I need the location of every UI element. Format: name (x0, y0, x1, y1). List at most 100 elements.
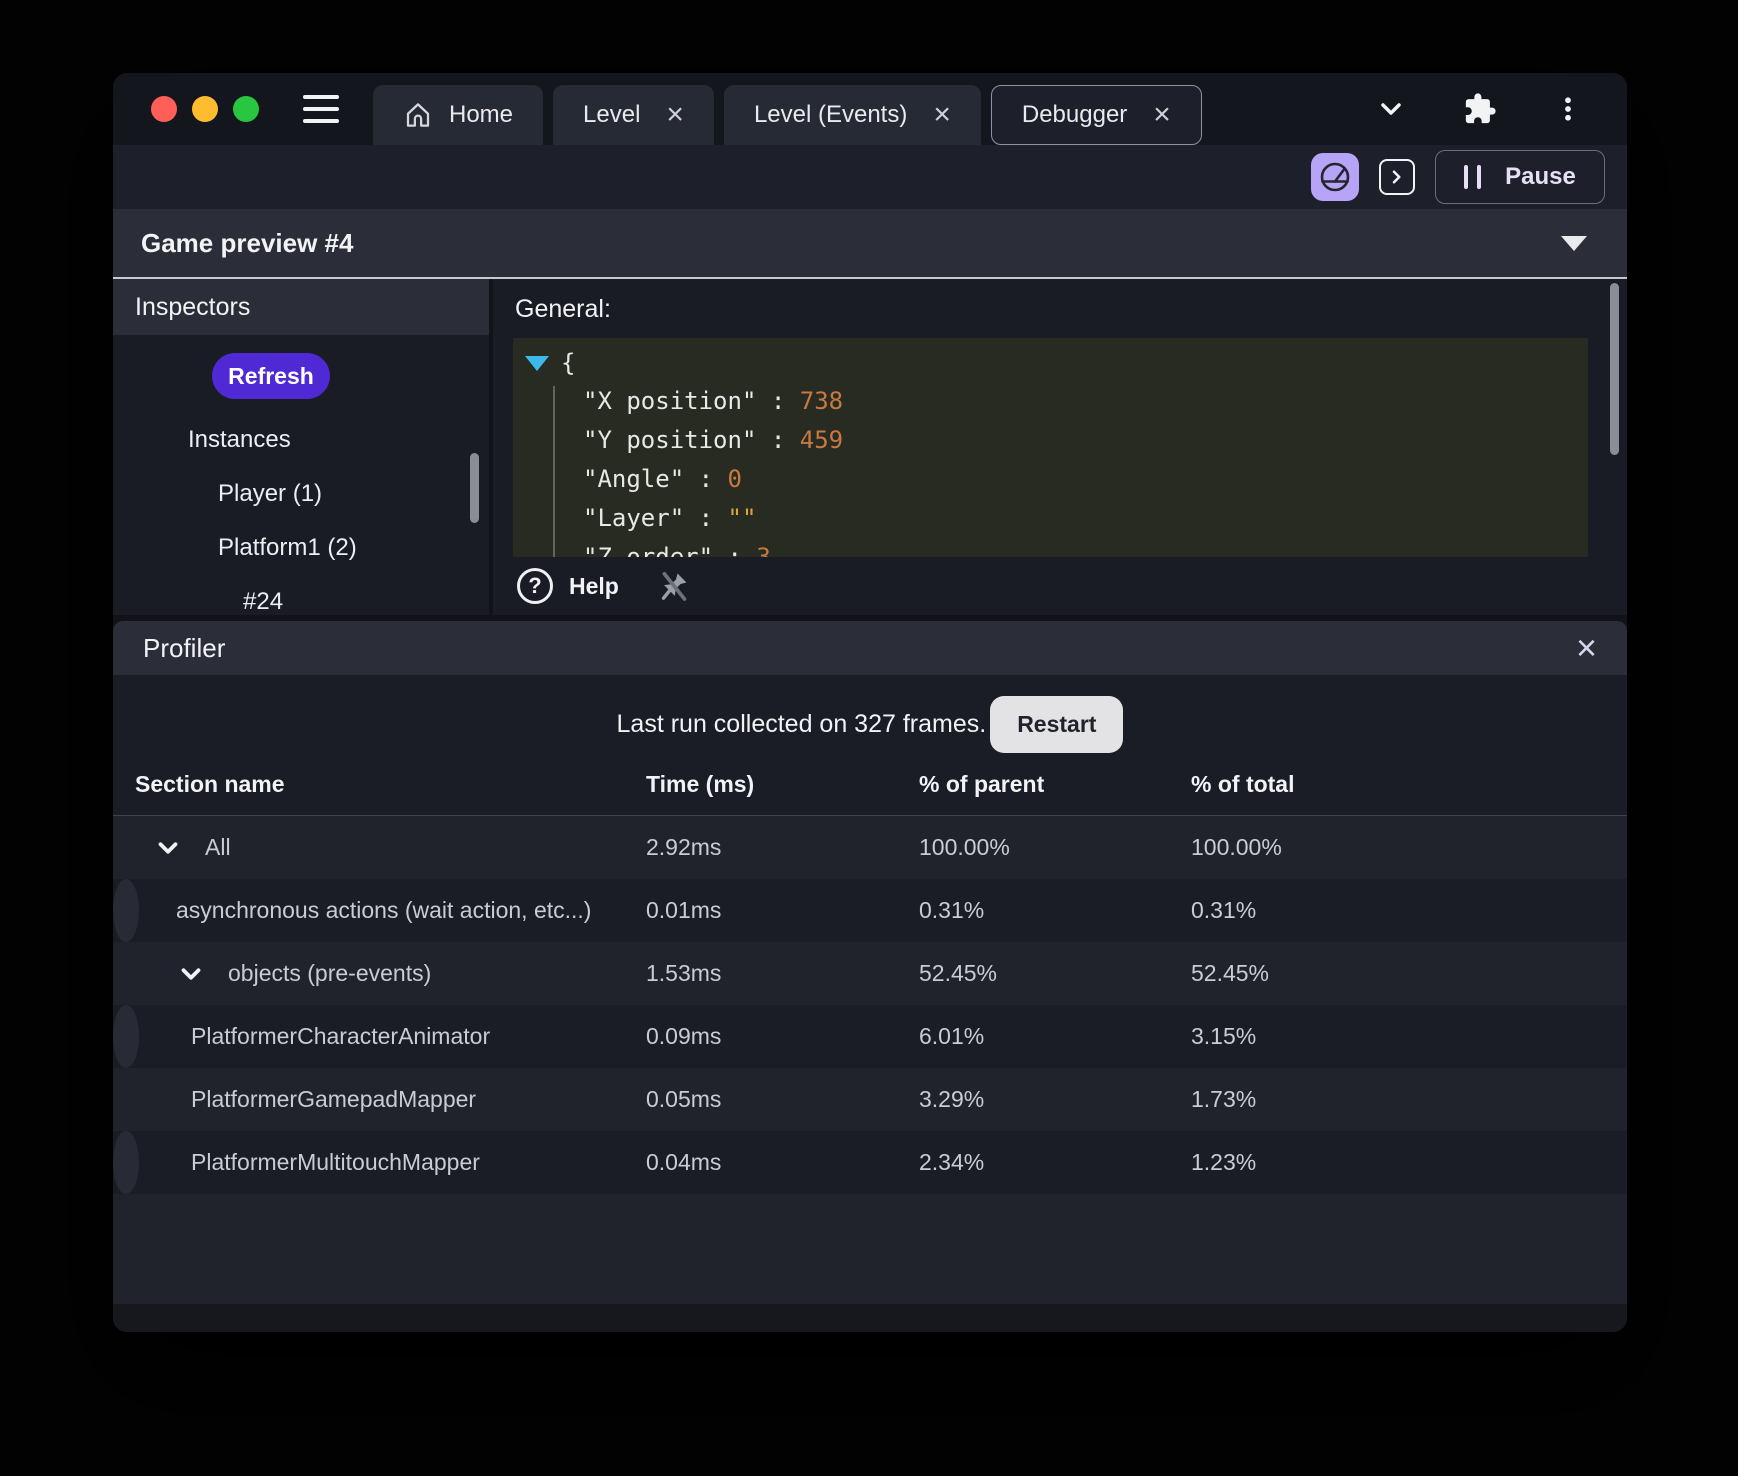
kebab-menu-icon[interactable] (1553, 94, 1583, 124)
json-property-x-position: "X position" : 738 (525, 382, 1588, 421)
json-value: 0 (727, 465, 742, 493)
section-name-label: PlatformerCharacterAnimator (191, 1023, 491, 1049)
json-property-z-order: "Z order" : 3 (525, 538, 1588, 557)
chevron-down-icon[interactable] (1375, 93, 1407, 125)
json-separator: : (756, 426, 800, 454)
json-key: "Z order" (583, 543, 714, 557)
json-key: "Angle" (583, 465, 685, 493)
profiler-gauge-icon[interactable] (1311, 153, 1359, 201)
collapse-triangle-icon[interactable] (525, 355, 549, 371)
menu-hamburger-icon[interactable] (303, 95, 339, 123)
tab-close-icon[interactable]: × (1153, 100, 1171, 130)
time-cell: 0.05ms (646, 1086, 722, 1112)
inspectors-header: Inspectors (113, 279, 489, 335)
section-name-label: objects (pre-events) (228, 960, 432, 986)
section-name-label: PlatformerGamepadMapper (191, 1086, 477, 1112)
json-root-line: { (525, 344, 1588, 382)
unpin-icon[interactable] (657, 569, 691, 603)
percent-total-cell: 52.45% (1191, 960, 1270, 986)
json-separator: : (684, 504, 728, 532)
profiler-table-rows: All 2.92ms 100.00% 100.00% asynchronous acti… (113, 816, 1627, 1194)
profiler-row-platformergamepadmapper[interactable]: PlatformerGamepadMapper 0.05ms 3.29% 1.73% (113, 1068, 1627, 1131)
expand-chevron-icon[interactable] (176, 959, 206, 989)
json-key: "Y position" (583, 426, 757, 454)
detail-scrollbar[interactable] (1610, 283, 1619, 455)
time-cell: 2.92ms (646, 834, 722, 860)
inspectors-scrollbar[interactable] (470, 453, 479, 523)
profiler-body: Last run collected on 327 frames. Restar… (113, 675, 1627, 1332)
tab-level-events[interactable]: Level (Events) × (723, 85, 981, 145)
top-right-icons (1375, 92, 1583, 126)
desktop-background: Home Level × Level (Events) × Debugger × Pause… (0, 0, 1738, 1476)
tree-item-player-1[interactable]: Player (1) (113, 467, 489, 521)
window-bottom-strip (113, 1304, 1627, 1332)
refresh-button[interactable]: Refresh (212, 353, 330, 399)
profiler-row-objects-pre-events[interactable]: objects (pre-events) 1.53ms 52.45% 52.45% (113, 942, 1627, 1005)
tree-item-platform1-2[interactable]: Platform1 (2) (113, 521, 489, 575)
tab-home[interactable]: Home (373, 85, 544, 145)
pause-label: Pause (1505, 163, 1576, 190)
extensions-puzzle-icon[interactable] (1463, 92, 1497, 126)
json-separator: : (684, 465, 728, 493)
expand-chevron-icon[interactable] (153, 833, 183, 863)
profiler-row-platformermultitouchmapper[interactable]: PlatformerMultitouchMapper 0.04ms 2.34% 1.2… (113, 1131, 1256, 1194)
table-empty-area (113, 1194, 1627, 1304)
open-brace: { (561, 349, 576, 377)
percent-parent-cell: 52.45% (919, 960, 998, 986)
json-separator: : (756, 387, 800, 415)
console-icon[interactable] (1379, 159, 1415, 195)
tab-level[interactable]: Level × (553, 85, 714, 145)
profiler-status-row: Last run collected on 327 frames. Restar… (113, 695, 1627, 753)
section-name-label: asynchronous actions (wait action, etc..… (176, 897, 592, 923)
tree-item-24[interactable]: #24 (113, 575, 489, 615)
percent-total-cell: 3.15% (1191, 1023, 1257, 1049)
profiler-row-platformercharacteranimator[interactable]: PlatformerCharacterAnimator 0.09ms 6.01% 3.… (113, 1005, 1256, 1068)
collapse-caret-icon[interactable] (1561, 235, 1587, 251)
debugger-main: Inspectors Refresh Instances Player (1) Pl… (113, 279, 1627, 615)
tab-close-icon[interactable]: × (933, 100, 951, 130)
time-cell: 0.09ms (646, 1023, 722, 1049)
section-name-cell: PlatformerCharacterAnimator (113, 1023, 646, 1050)
profiler-row-asynchronous-actions-wait-action-etc[interactable]: asynchronous actions (wait action, etc..… (113, 879, 1256, 942)
json-key: "X position" (583, 387, 757, 415)
inspectors-tree: Refresh Instances Player (1) Platform1 (2)… (113, 335, 489, 615)
json-property-layer: "Layer" : "" (525, 499, 1588, 538)
tab-close-icon[interactable]: × (666, 100, 684, 130)
game-preview-title: Game preview #4 (141, 227, 354, 258)
column-header-time-ms: Time (ms) (646, 770, 755, 797)
tree-item-instances[interactable]: Instances (113, 413, 489, 467)
help-link[interactable]: Help (569, 573, 619, 600)
column-header-section-name: Section name (135, 770, 285, 797)
profiler-status-text: Last run collected on 327 frames. (616, 709, 987, 738)
json-value: 459 (799, 426, 844, 454)
tab-label: Level (Events) (753, 101, 908, 128)
profiler-table-header: Section name Time (ms) % of parent % of tot… (113, 753, 1627, 815)
tab-debugger[interactable]: Debugger × (990, 85, 1202, 145)
column-header-of-parent: % of parent (919, 770, 1045, 797)
section-name-cell: PlatformerMultitouchMapper (113, 1149, 646, 1176)
tab-label: Level (583, 101, 641, 128)
section-name-label: PlatformerMultitouchMapper (191, 1149, 480, 1175)
section-name-cell: All (113, 833, 646, 863)
indent-guide (553, 386, 555, 557)
game-preview-header[interactable]: Game preview #4 (113, 209, 1627, 279)
home-icon (406, 103, 430, 127)
restart-button[interactable]: Restart (990, 695, 1124, 753)
tree-items: Instances Player (1) Platform1 (2) #24 (113, 413, 489, 615)
pause-button[interactable]: Pause (1435, 150, 1605, 204)
maximize-window-button[interactable] (233, 96, 259, 122)
time-cell: 0.04ms (646, 1149, 722, 1175)
time-cell: 0.01ms (646, 897, 722, 923)
percent-parent-cell: 2.34% (919, 1149, 985, 1175)
json-value: 738 (799, 387, 844, 415)
close-window-button[interactable] (151, 96, 177, 122)
minimize-window-button[interactable] (192, 96, 218, 122)
help-icon[interactable]: ? (517, 568, 553, 604)
profiler-close-icon[interactable]: × (1576, 630, 1597, 666)
json-key: "Layer" (583, 504, 685, 532)
traffic-lights (151, 96, 259, 122)
section-name-cell: asynchronous actions (wait action, etc..… (113, 897, 646, 924)
profiler-row-all[interactable]: All 2.92ms 100.00% 100.00% (113, 816, 1627, 879)
json-property-angle: "Angle" : 0 (525, 460, 1588, 499)
section-name-label: All (205, 834, 231, 860)
